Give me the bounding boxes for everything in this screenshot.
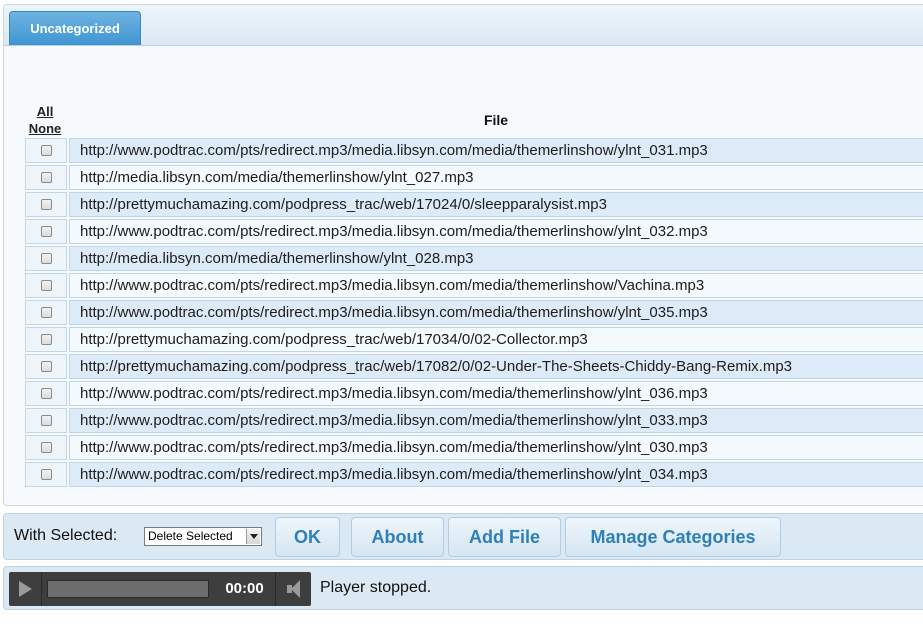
row-checkbox[interactable] <box>41 334 52 345</box>
table-row: http://www.podtrac.com/pts/redirect.mp3/… <box>23 381 923 406</box>
row-checkbox[interactable] <box>41 199 52 210</box>
file-url: http://prettymuchamazing.com/podpress_tr… <box>69 327 923 352</box>
checkbox-cell <box>25 435 67 460</box>
table-row: http://media.libsyn.com/media/themerlins… <box>23 246 923 271</box>
actions-bar: With Selected: Delete Selected OK About … <box>3 513 923 560</box>
table-header: All None File <box>23 100 923 138</box>
row-checkbox[interactable] <box>41 388 52 399</box>
row-checkbox[interactable] <box>41 307 52 318</box>
table-row: http://www.podtrac.com/pts/redirect.mp3/… <box>23 408 923 433</box>
row-checkbox[interactable] <box>41 145 52 156</box>
file-url: http://media.libsyn.com/media/themerlins… <box>69 246 923 271</box>
table-body: http://www.podtrac.com/pts/redirect.mp3/… <box>23 138 923 487</box>
table-row: http://www.podtrac.com/pts/redirect.mp3/… <box>23 300 923 325</box>
checkbox-cell <box>25 138 67 163</box>
row-checkbox[interactable] <box>41 415 52 426</box>
row-checkbox[interactable] <box>41 280 52 291</box>
row-checkbox[interactable] <box>41 361 52 372</box>
file-url: http://prettymuchamazing.com/podpress_tr… <box>69 192 923 217</box>
manage-categories-button[interactable]: Manage Categories <box>565 517 781 557</box>
checkbox-cell <box>25 408 67 433</box>
bulk-action-select[interactable]: Delete Selected <box>144 527 262 546</box>
checkbox-cell <box>25 273 67 298</box>
audio-player: 00:00 <box>9 572 311 606</box>
player-bar: 00:00 Player stopped. <box>3 566 923 610</box>
volume-icon[interactable] <box>275 572 312 606</box>
row-checkbox[interactable] <box>41 253 52 264</box>
file-url: http://prettymuchamazing.com/podpress_tr… <box>69 354 923 379</box>
table-row: http://www.podtrac.com/pts/redirect.mp3/… <box>23 219 923 244</box>
file-table: All None File http://www.podtrac.com/pts… <box>23 100 923 489</box>
row-checkbox[interactable] <box>41 172 52 183</box>
about-button[interactable]: About <box>351 517 444 557</box>
time-display: 00:00 <box>225 580 264 597</box>
play-icon[interactable] <box>9 572 42 606</box>
checkbox-cell <box>25 462 67 487</box>
checkbox-cell <box>25 381 67 406</box>
dropdown-arrow-icon[interactable] <box>246 529 260 544</box>
select-none-link[interactable]: None <box>23 120 67 137</box>
file-url: http://www.podtrac.com/pts/redirect.mp3/… <box>69 273 923 298</box>
table-row: http://prettymuchamazing.com/podpress_tr… <box>23 354 923 379</box>
file-url: http://www.podtrac.com/pts/redirect.mp3/… <box>69 219 923 244</box>
seek-bar[interactable] <box>47 580 209 598</box>
file-url: http://www.podtrac.com/pts/redirect.mp3/… <box>69 300 923 325</box>
select-all-link[interactable]: All <box>23 103 67 120</box>
file-url: http://www.podtrac.com/pts/redirect.mp3/… <box>69 381 923 406</box>
row-checkbox[interactable] <box>41 442 52 453</box>
file-column-header: File <box>483 112 509 128</box>
checkbox-cell <box>25 219 67 244</box>
file-url: http://www.podtrac.com/pts/redirect.mp3/… <box>69 435 923 460</box>
file-url: http://www.podtrac.com/pts/redirect.mp3/… <box>69 462 923 487</box>
player-status: Player stopped. <box>320 579 432 596</box>
file-url: http://www.podtrac.com/pts/redirect.mp3/… <box>69 138 923 163</box>
checkbox-cell <box>25 354 67 379</box>
table-row: http://media.libsyn.com/media/themerlins… <box>23 165 923 190</box>
checkbox-cell <box>25 327 67 352</box>
file-url: http://www.podtrac.com/pts/redirect.mp3/… <box>69 408 923 433</box>
tab-uncategorized[interactable]: Uncategorized <box>9 11 141 45</box>
row-checkbox[interactable] <box>41 469 52 480</box>
file-url: http://media.libsyn.com/media/themerlins… <box>69 165 923 190</box>
checkbox-cell <box>25 192 67 217</box>
select-links: All None <box>23 103 67 137</box>
tab-bar: Uncategorized <box>4 5 923 46</box>
with-selected-label: With Selected: <box>14 527 118 544</box>
checkbox-cell <box>25 246 67 271</box>
table-row: http://www.podtrac.com/pts/redirect.mp3/… <box>23 462 923 487</box>
table-row: http://www.podtrac.com/pts/redirect.mp3/… <box>23 138 923 163</box>
checkbox-cell <box>25 165 67 190</box>
table-row: http://www.podtrac.com/pts/redirect.mp3/… <box>23 273 923 298</box>
table-row: http://prettymuchamazing.com/podpress_tr… <box>23 327 923 352</box>
ok-button[interactable]: OK <box>275 517 340 557</box>
row-checkbox[interactable] <box>41 226 52 237</box>
table-row: http://prettymuchamazing.com/podpress_tr… <box>23 192 923 217</box>
checkbox-cell <box>25 300 67 325</box>
add-file-button[interactable]: Add File <box>448 517 561 557</box>
table-row: http://www.podtrac.com/pts/redirect.mp3/… <box>23 435 923 460</box>
bulk-action-value: Delete Selected <box>148 529 233 543</box>
